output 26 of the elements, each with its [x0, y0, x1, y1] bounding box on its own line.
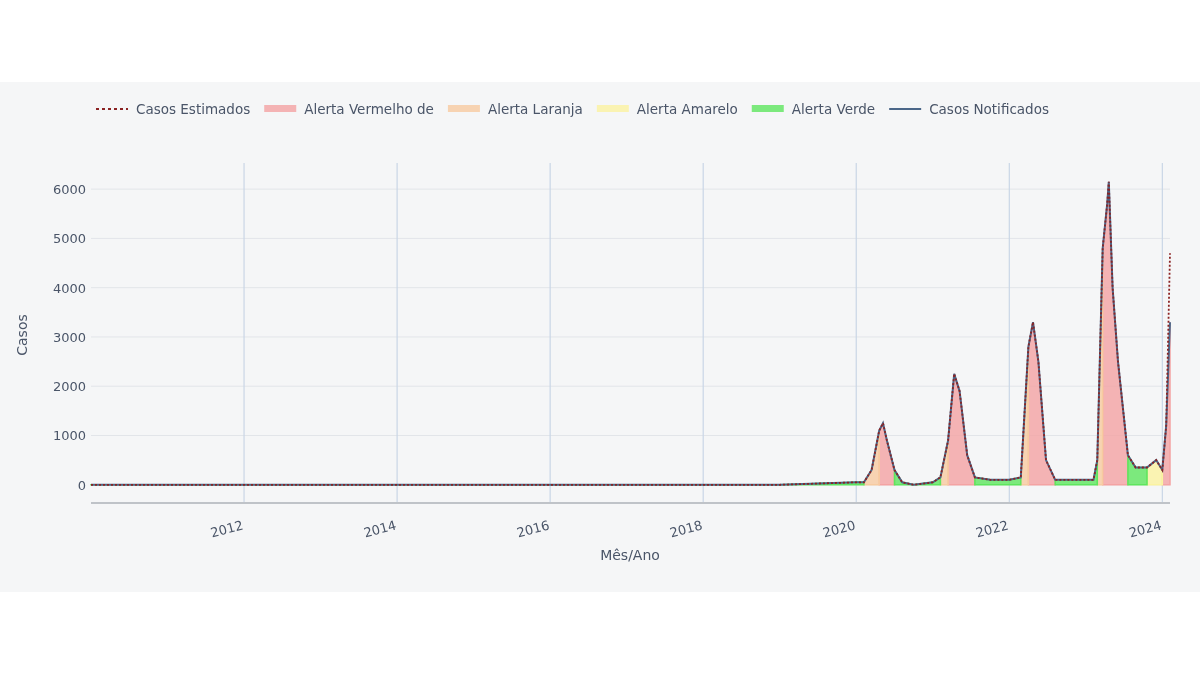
legend-label[interactable]: Alerta Amarelo [636, 101, 738, 117]
y-tick-label: 1000 [52, 428, 86, 444]
y-axis-title: Casos [14, 314, 30, 356]
legend-label[interactable]: Casos Estimados [136, 101, 251, 117]
y-tick-label: 0 [77, 477, 86, 493]
legend-swatch-icon [596, 105, 629, 112]
legend-swatch-icon [264, 105, 297, 112]
x-tick-label: 2014 [362, 517, 398, 541]
legend-label[interactable]: Alerta Verde [791, 101, 876, 117]
legend-label[interactable]: Alerta Vermelho de [304, 101, 434, 117]
y-tick-label: 3000 [52, 329, 86, 345]
y-tick-label: 5000 [52, 231, 86, 247]
legend-swatch-icon [447, 105, 480, 112]
x-axis-title: Mês/Ano [600, 547, 660, 563]
y-tick-label: 2000 [52, 379, 86, 395]
x-tick-label: 2016 [515, 517, 551, 541]
legend-label[interactable]: Casos Notificados [929, 101, 1049, 117]
x-tick-label: 2012 [209, 517, 245, 541]
legend-label[interactable]: Alerta Laranja [487, 101, 583, 117]
x-tick-label: 2018 [668, 517, 704, 541]
x-tick-label: 2020 [821, 517, 857, 541]
x-tick-label: 2024 [1127, 517, 1164, 541]
legend-swatch-icon [751, 105, 784, 112]
x-tick-label: 2022 [974, 517, 1011, 541]
y-tick-label: 6000 [52, 182, 86, 198]
y-tick-label: 4000 [52, 280, 86, 296]
